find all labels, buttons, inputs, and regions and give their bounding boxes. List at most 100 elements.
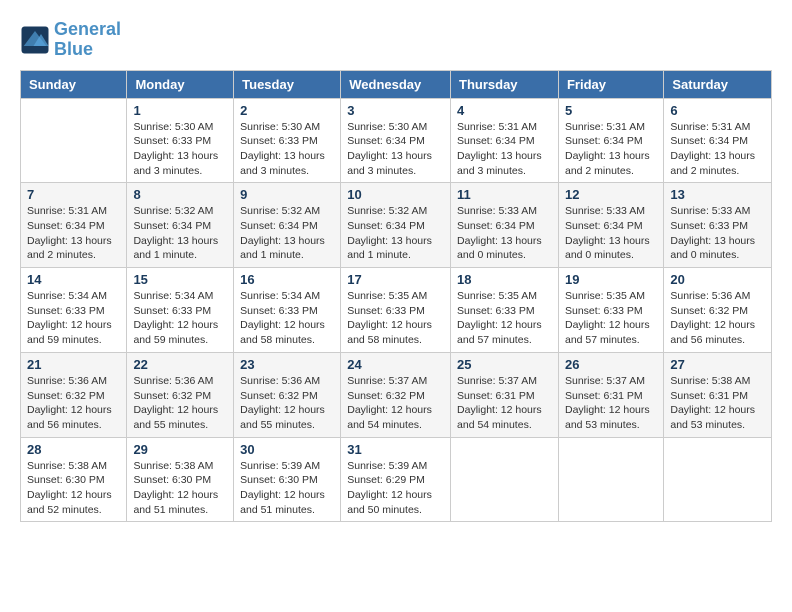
logo-text: General Blue <box>54 20 121 60</box>
day-info: Sunrise: 5:35 AMSunset: 6:33 PMDaylight:… <box>457 289 552 348</box>
day-number: 3 <box>347 103 444 118</box>
day-cell: 17Sunrise: 5:35 AMSunset: 6:33 PMDayligh… <box>341 268 451 353</box>
day-number: 24 <box>347 357 444 372</box>
day-number: 30 <box>240 442 334 457</box>
day-cell: 4Sunrise: 5:31 AMSunset: 6:34 PMDaylight… <box>451 98 559 183</box>
day-number: 27 <box>670 357 765 372</box>
day-info: Sunrise: 5:36 AMSunset: 6:32 PMDaylight:… <box>133 374 227 433</box>
day-cell: 27 Sunrise: 5:38 AMSunset: 6:31 PMDayligh… <box>664 352 772 437</box>
day-cell: 2Sunrise: 5:30 AMSunset: 6:33 PMDaylight… <box>234 98 341 183</box>
day-cell: 20 Sunrise: 5:36 AMSunset: 6:32 PMDayligh… <box>664 268 772 353</box>
day-number: 5 <box>565 103 657 118</box>
week-row-5: 28Sunrise: 5:38 AMSunset: 6:30 PMDayligh… <box>21 437 772 522</box>
day-info: Sunrise: 5:30 AMSunset: 6:33 PMDaylight:… <box>133 120 227 179</box>
day-number: 13 <box>670 187 765 202</box>
day-info: Sunrise: 5:37 AMSunset: 6:31 PMDaylight:… <box>565 374 657 433</box>
day-number: 18 <box>457 272 552 287</box>
day-cell: 30 Sunrise: 5:39 AMSunset: 6:30 PMDayligh… <box>234 437 341 522</box>
day-number: 11 <box>457 187 552 202</box>
day-number: 20 <box>670 272 765 287</box>
day-info: Sunrise: 5:33 AMSunset: 6:34 PMDaylight:… <box>457 204 552 263</box>
col-header-monday: Monday <box>127 70 234 98</box>
day-cell: 6 Sunrise: 5:31 AMSunset: 6:34 PMDaylight… <box>664 98 772 183</box>
day-number: 26 <box>565 357 657 372</box>
day-number: 15 <box>133 272 227 287</box>
day-cell: 15Sunrise: 5:34 AMSunset: 6:33 PMDayligh… <box>127 268 234 353</box>
day-info: Sunrise: 5:32 AMSunset: 6:34 PMDaylight:… <box>133 204 227 263</box>
day-number: 16 <box>240 272 334 287</box>
day-number: 9 <box>240 187 334 202</box>
week-row-4: 21 Sunrise: 5:36 AMSunset: 6:32 PMDayligh… <box>21 352 772 437</box>
day-cell: 11 Sunrise: 5:33 AMSunset: 6:34 PMDayligh… <box>451 183 559 268</box>
day-info: Sunrise: 5:39 AMSunset: 6:29 PMDaylight:… <box>347 459 444 518</box>
day-number: 19 <box>565 272 657 287</box>
day-cell: 25 Sunrise: 5:37 AMSunset: 6:31 PMDayligh… <box>451 352 559 437</box>
day-cell: 9 Sunrise: 5:32 AMSunset: 6:34 PMDaylight… <box>234 183 341 268</box>
day-cell: 10 Sunrise: 5:32 AMSunset: 6:34 PMDayligh… <box>341 183 451 268</box>
day-number: 29 <box>133 442 227 457</box>
day-info: Sunrise: 5:32 AMSunset: 6:34 PMDaylight:… <box>347 204 444 263</box>
day-info: Sunrise: 5:31 AMSunset: 6:34 PMDaylight:… <box>27 204 120 263</box>
day-cell: 7 Sunrise: 5:31 AMSunset: 6:34 PMDaylight… <box>21 183 127 268</box>
day-info: Sunrise: 5:38 AMSunset: 6:31 PMDaylight:… <box>670 374 765 433</box>
day-number: 25 <box>457 357 552 372</box>
day-cell: 23Sunrise: 5:36 AMSunset: 6:32 PMDayligh… <box>234 352 341 437</box>
day-cell: 3 Sunrise: 5:30 AMSunset: 6:34 PMDaylight… <box>341 98 451 183</box>
day-info: Sunrise: 5:39 AMSunset: 6:30 PMDaylight:… <box>240 459 334 518</box>
day-number: 4 <box>457 103 552 118</box>
day-cell: 18 Sunrise: 5:35 AMSunset: 6:33 PMDayligh… <box>451 268 559 353</box>
day-number: 10 <box>347 187 444 202</box>
day-info: Sunrise: 5:37 AMSunset: 6:31 PMDaylight:… <box>457 374 552 433</box>
day-cell <box>558 437 663 522</box>
day-number: 23 <box>240 357 334 372</box>
day-cell: 29 Sunrise: 5:38 AMSunset: 6:30 PMDayligh… <box>127 437 234 522</box>
day-info: Sunrise: 5:36 AMSunset: 6:32 PMDaylight:… <box>670 289 765 348</box>
col-header-wednesday: Wednesday <box>341 70 451 98</box>
day-info: Sunrise: 5:37 AMSunset: 6:32 PMDaylight:… <box>347 374 444 433</box>
header: General Blue <box>20 20 772 60</box>
day-info: Sunrise: 5:35 AMSunset: 6:33 PMDaylight:… <box>565 289 657 348</box>
day-info: Sunrise: 5:34 AMSunset: 6:33 PMDaylight:… <box>240 289 334 348</box>
day-cell: 5 Sunrise: 5:31 AMSunset: 6:34 PMDaylight… <box>558 98 663 183</box>
day-info: Sunrise: 5:33 AMSunset: 6:34 PMDaylight:… <box>565 204 657 263</box>
day-info: Sunrise: 5:38 AMSunset: 6:30 PMDaylight:… <box>27 459 120 518</box>
day-info: Sunrise: 5:35 AMSunset: 6:33 PMDaylight:… <box>347 289 444 348</box>
day-info: Sunrise: 5:36 AMSunset: 6:32 PMDaylight:… <box>27 374 120 433</box>
day-cell: 16 Sunrise: 5:34 AMSunset: 6:33 PMDayligh… <box>234 268 341 353</box>
week-row-2: 7 Sunrise: 5:31 AMSunset: 6:34 PMDaylight… <box>21 183 772 268</box>
day-cell <box>664 437 772 522</box>
day-number: 21 <box>27 357 120 372</box>
day-cell: 21 Sunrise: 5:36 AMSunset: 6:32 PMDayligh… <box>21 352 127 437</box>
day-number: 14 <box>27 272 120 287</box>
calendar-body: 1 Sunrise: 5:30 AMSunset: 6:33 PMDaylight… <box>21 98 772 522</box>
day-info: Sunrise: 5:33 AMSunset: 6:33 PMDaylight:… <box>670 204 765 263</box>
calendar-table: SundayMondayTuesdayWednesdayThursdayFrid… <box>20 70 772 523</box>
day-number: 1 <box>133 103 227 118</box>
week-row-3: 14 Sunrise: 5:34 AMSunset: 6:33 PMDayligh… <box>21 268 772 353</box>
column-headers: SundayMondayTuesdayWednesdayThursdayFrid… <box>21 70 772 98</box>
day-number: 6 <box>670 103 765 118</box>
day-info: Sunrise: 5:30 AMSunset: 6:34 PMDaylight:… <box>347 120 444 179</box>
logo-icon <box>20 25 50 55</box>
day-cell: 28Sunrise: 5:38 AMSunset: 6:30 PMDayligh… <box>21 437 127 522</box>
day-info: Sunrise: 5:32 AMSunset: 6:34 PMDaylight:… <box>240 204 334 263</box>
col-header-tuesday: Tuesday <box>234 70 341 98</box>
day-info: Sunrise: 5:34 AMSunset: 6:33 PMDaylight:… <box>27 289 120 348</box>
col-header-sunday: Sunday <box>21 70 127 98</box>
week-row-1: 1 Sunrise: 5:30 AMSunset: 6:33 PMDaylight… <box>21 98 772 183</box>
day-number: 22 <box>133 357 227 372</box>
day-cell: 22 Sunrise: 5:36 AMSunset: 6:32 PMDayligh… <box>127 352 234 437</box>
day-cell: 8Sunrise: 5:32 AMSunset: 6:34 PMDaylight… <box>127 183 234 268</box>
day-number: 2 <box>240 103 334 118</box>
day-cell: 26 Sunrise: 5:37 AMSunset: 6:31 PMDayligh… <box>558 352 663 437</box>
day-info: Sunrise: 5:31 AMSunset: 6:34 PMDaylight:… <box>565 120 657 179</box>
day-info: Sunrise: 5:31 AMSunset: 6:34 PMDaylight:… <box>670 120 765 179</box>
day-info: Sunrise: 5:38 AMSunset: 6:30 PMDaylight:… <box>133 459 227 518</box>
day-cell <box>451 437 559 522</box>
day-number: 7 <box>27 187 120 202</box>
day-cell <box>21 98 127 183</box>
col-header-thursday: Thursday <box>451 70 559 98</box>
day-cell: 24 Sunrise: 5:37 AMSunset: 6:32 PMDayligh… <box>341 352 451 437</box>
day-cell: 13 Sunrise: 5:33 AMSunset: 6:33 PMDayligh… <box>664 183 772 268</box>
col-header-saturday: Saturday <box>664 70 772 98</box>
